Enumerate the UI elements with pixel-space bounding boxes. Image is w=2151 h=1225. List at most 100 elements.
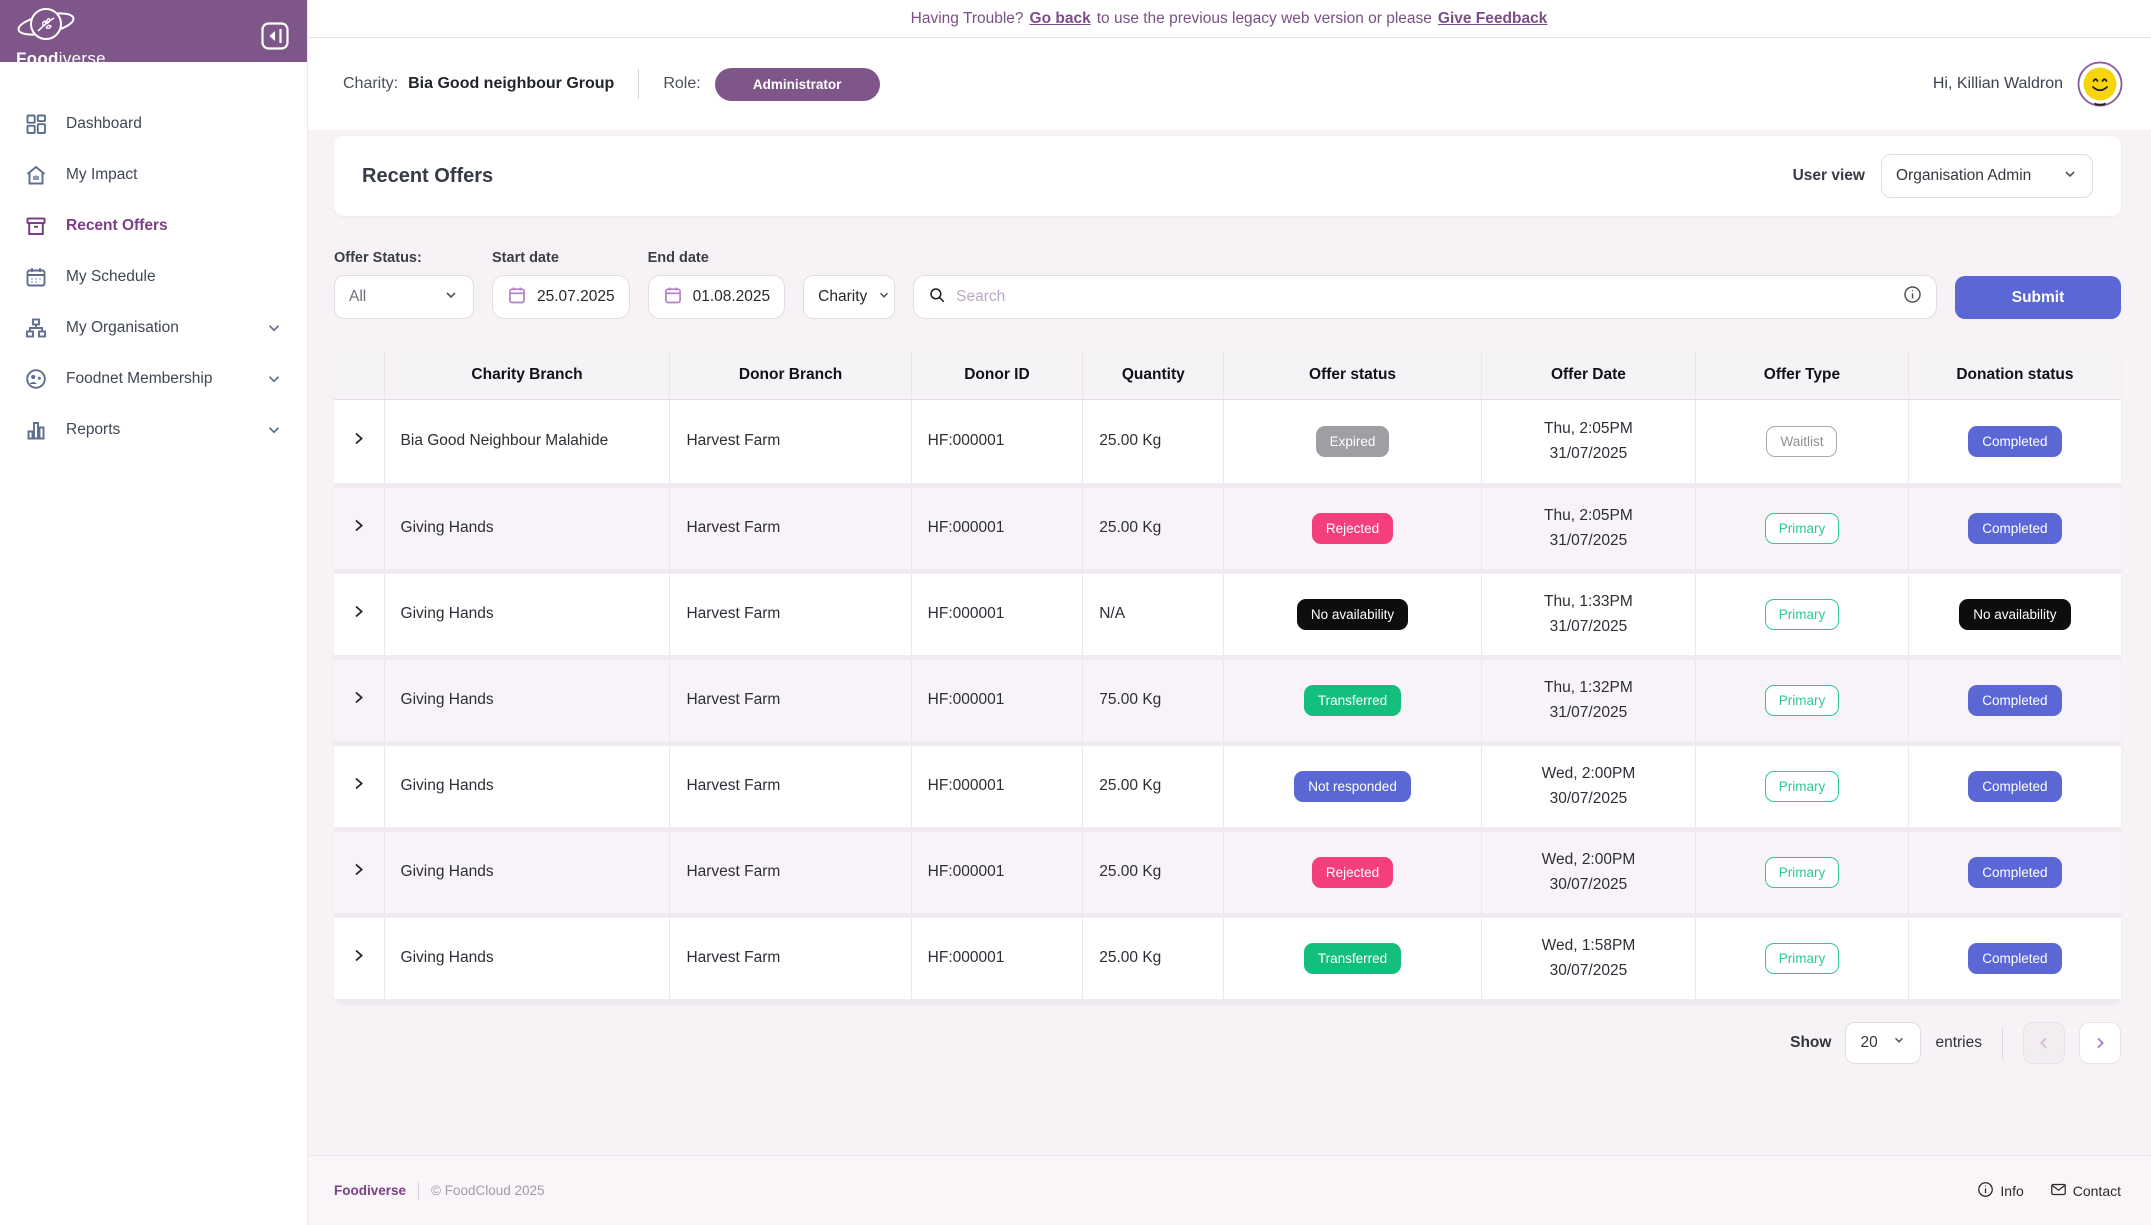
donation-status-cell: Completed — [1908, 485, 2121, 571]
sidebar-item-label: My Impact — [66, 166, 283, 184]
page-size-select[interactable]: 20 — [1845, 1022, 1921, 1064]
charity-branch-cell: Giving Hands — [384, 571, 670, 657]
donor-branch-cell: Harvest Farm — [670, 915, 911, 1001]
filters-bar: Offer Status: All Start date — [334, 250, 2121, 319]
chevron-down-icon — [1892, 1033, 1906, 1052]
donor-id-cell: HF:000001 — [911, 915, 1083, 1001]
calendar-icon — [663, 285, 683, 310]
info-icon[interactable] — [1903, 285, 1922, 309]
house-icon — [24, 163, 48, 187]
title-card: Recent Offers User view Organisation Adm… — [334, 136, 2121, 216]
info-link-label: Info — [2000, 1183, 2023, 1199]
charity-branch-cell: Giving Hands — [384, 829, 670, 915]
donation-status-cell: Completed — [1908, 829, 2121, 915]
end-date-label: End date — [648, 250, 786, 266]
offer-status-badge: Transferred — [1304, 943, 1401, 974]
go-back-link[interactable]: Go back — [1030, 10, 1091, 28]
user-view-select[interactable]: Organisation Admin — [1881, 154, 2093, 198]
offer-status-cell: Rejected — [1224, 829, 1481, 915]
collapse-sidebar-button[interactable] — [261, 22, 289, 53]
sidebar-item-my-impact[interactable]: My Impact — [0, 149, 307, 200]
start-date-input[interactable]: 25.07.2025 — [492, 275, 630, 319]
table-row: Giving Hands Harvest Farm HF:000001 25.0… — [334, 485, 2121, 571]
sidebar-item-foodnet-membership[interactable]: Foodnet Membership — [0, 353, 307, 404]
table-row: Bia Good Neighbour Malahide Harvest Farm… — [334, 399, 2121, 485]
sidebar-item-reports[interactable]: Reports — [0, 404, 307, 455]
legacy-banner: Having Trouble? Go back to use the previ… — [307, 0, 2151, 38]
offer-type-badge: Primary — [1765, 771, 1840, 802]
offer-type-badge: Waitlist — [1766, 426, 1837, 457]
offer-type-cell: Primary — [1696, 657, 1909, 743]
expand-cell — [334, 571, 384, 657]
sidebar-item-dashboard[interactable]: Dashboard — [0, 98, 307, 149]
quantity-cell: 25.00 Kg — [1083, 485, 1224, 571]
info-icon — [1977, 1181, 1994, 1201]
offer-date-day: 31/07/2025 — [1494, 614, 1683, 639]
info-link[interactable]: Info — [1977, 1181, 2023, 1201]
sidebar-nav: Dashboard My Impact Recent Offers — [0, 98, 307, 455]
contact-link[interactable]: Contact — [2050, 1181, 2121, 1201]
quantity-cell: N/A — [1083, 571, 1224, 657]
column-header-donation-status: Donation status — [1908, 351, 2121, 399]
offer-date-cell: Thu, 2:05PM 31/07/2025 — [1481, 485, 1695, 571]
offer-status-cell: Transferred — [1224, 915, 1481, 1001]
offer-status-badge: Rejected — [1312, 513, 1393, 544]
search-input[interactable] — [956, 288, 1893, 306]
divider — [418, 1182, 419, 1200]
page-size-value: 20 — [1860, 1034, 1877, 1052]
offer-date-day: 30/07/2025 — [1494, 786, 1683, 811]
table-row: Giving Hands Harvest Farm HF:000001 25.0… — [334, 915, 2121, 1001]
offer-date-day: 31/07/2025 — [1494, 528, 1683, 553]
footer: Foodiverse © FoodCloud 2025 Info Contact — [307, 1155, 2151, 1225]
footer-right: Info Contact — [1977, 1181, 2121, 1201]
charity-branch-cell: Giving Hands — [384, 915, 670, 1001]
divider — [638, 69, 639, 99]
offer-date-time: Wed, 2:00PM — [1494, 761, 1683, 786]
sidebar-item-recent-offers[interactable]: Recent Offers — [0, 200, 307, 251]
header-row: Charity Branch Donor Branch Donor ID Qua… — [334, 351, 2121, 399]
quantity-cell: 25.00 Kg — [1083, 399, 1224, 485]
column-header-offer-date: Offer Date — [1481, 351, 1695, 399]
offers-table: Charity Branch Donor Branch Donor ID Qua… — [334, 351, 2121, 1004]
offers-table-card: Charity Branch Donor Branch Donor ID Qua… — [334, 351, 2121, 1004]
avatar[interactable] — [2077, 61, 2123, 107]
expand-cell — [334, 399, 384, 485]
greeting-text: Hi, Killian Waldron — [1933, 75, 2063, 93]
submit-button[interactable]: Submit — [1955, 276, 2121, 319]
end-date-input[interactable]: 01.08.2025 — [648, 275, 786, 319]
footer-brand-link[interactable]: Foodiverse — [334, 1183, 406, 1198]
sidebar-item-my-schedule[interactable]: My Schedule — [0, 251, 307, 302]
entity-type-select[interactable]: Charity — [803, 275, 895, 319]
give-feedback-link[interactable]: Give Feedback — [1438, 10, 1547, 28]
sidebar-item-my-organisation[interactable]: My Organisation — [0, 302, 307, 353]
expand-row-chevron-icon[interactable] — [351, 604, 366, 619]
expand-row-chevron-icon[interactable] — [351, 690, 366, 705]
offer-date-cell: Thu, 1:32PM 31/07/2025 — [1481, 657, 1695, 743]
expand-row-chevron-icon[interactable] — [351, 518, 366, 533]
offer-status-cell: Rejected — [1224, 485, 1481, 571]
quantity-cell: 25.00 Kg — [1083, 829, 1224, 915]
donor-id-cell: HF:000001 — [911, 399, 1083, 485]
donation-status-cell: Completed — [1908, 399, 2121, 485]
chevron-down-icon — [877, 288, 891, 307]
expand-row-chevron-icon[interactable] — [351, 431, 366, 446]
next-page-button[interactable] — [2079, 1022, 2121, 1064]
expand-row-chevron-icon[interactable] — [351, 776, 366, 791]
offer-date-cell: Wed, 1:58PM 30/07/2025 — [1481, 915, 1695, 1001]
top-header: Charity: Bia Good neighbour Group Role: … — [307, 38, 2151, 130]
sidebar-item-label: Reports — [66, 421, 265, 439]
offer-type-badge: Primary — [1765, 685, 1840, 716]
expand-row-chevron-icon[interactable] — [351, 862, 366, 877]
previous-page-button[interactable] — [2023, 1022, 2065, 1064]
offer-type-badge: Primary — [1765, 857, 1840, 888]
column-header-donor-id: Donor ID — [911, 351, 1083, 399]
expand-row-chevron-icon[interactable] — [351, 948, 366, 963]
charity-branch-cell: Giving Hands — [384, 485, 670, 571]
offer-status-select[interactable]: All — [334, 275, 474, 319]
donation-status-badge: No availability — [1959, 599, 2070, 630]
donation-status-cell: Completed — [1908, 743, 2121, 829]
expand-cell — [334, 743, 384, 829]
offer-status-cell: Expired — [1224, 399, 1481, 485]
charity-branch-cell: Giving Hands — [384, 743, 670, 829]
offer-date-time: Wed, 1:58PM — [1494, 933, 1683, 958]
